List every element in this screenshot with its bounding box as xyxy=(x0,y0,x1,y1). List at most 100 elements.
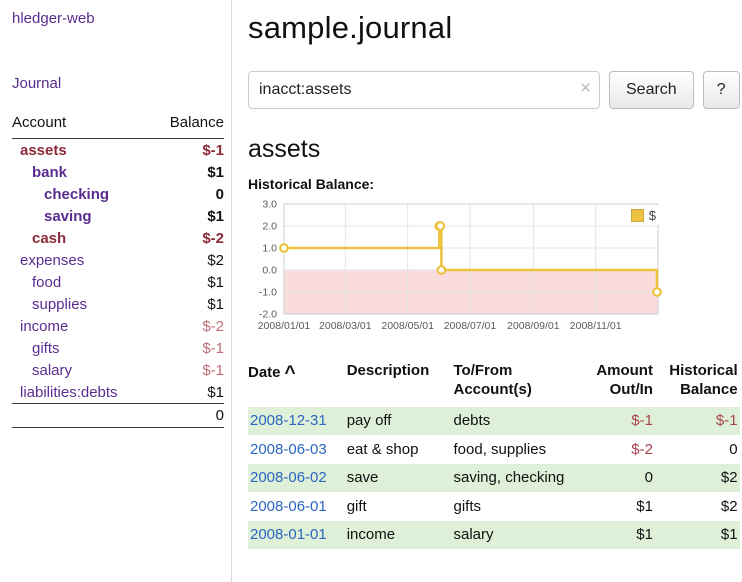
legend-series-label: $ xyxy=(649,208,656,223)
transaction-accounts: gifts xyxy=(454,492,583,521)
transaction-date-link[interactable]: 2008-06-03 xyxy=(250,441,327,458)
transaction-date-link[interactable]: 2008-06-01 xyxy=(250,498,327,515)
transaction-accounts: salary xyxy=(454,521,583,550)
account-balance-checking: 0 xyxy=(152,183,224,205)
sort-asc-icon: ^ xyxy=(285,363,296,384)
account-row: liabilities:debts $1 xyxy=(12,381,224,404)
account-row: salary $-1 xyxy=(12,359,224,381)
account-balance-assets: $-1 xyxy=(152,139,224,162)
svg-text:-1.0: -1.0 xyxy=(259,287,277,299)
hledger-web-app: hledger-web Journal Account Balance asse… xyxy=(0,0,742,582)
svg-text:2008/09/01: 2008/09/01 xyxy=(507,320,560,332)
transaction-date-link[interactable]: 2008-12-31 xyxy=(250,412,327,429)
help-button[interactable]: ? xyxy=(703,71,740,109)
search-bar: × Search ? xyxy=(248,71,740,109)
transaction-balance: $2 xyxy=(655,492,740,521)
account-row: checking 0 xyxy=(12,183,224,205)
account-link-income[interactable]: income xyxy=(20,318,68,335)
transaction-accounts: food, supplies xyxy=(454,435,583,464)
account-row: gifts $-1 xyxy=(12,337,224,359)
svg-text:2.0: 2.0 xyxy=(262,221,277,233)
account-balance-expenses: $2 xyxy=(152,249,224,271)
account-row: income $-2 xyxy=(12,315,224,337)
transaction-amount: $1 xyxy=(582,492,655,521)
transaction-accounts: debts xyxy=(454,407,583,436)
account-link-saving[interactable]: saving xyxy=(44,208,92,225)
account-row: supplies $1 xyxy=(12,293,224,315)
transaction-amount: 0 xyxy=(582,464,655,493)
sidebar: hledger-web Journal Account Balance asse… xyxy=(0,0,232,582)
account-row: bank $1 xyxy=(12,161,224,183)
transaction-balance: $2 xyxy=(655,464,740,493)
svg-text:2008/11/01: 2008/11/01 xyxy=(570,320,622,332)
section-title: assets xyxy=(248,135,740,164)
account-row: saving $1 xyxy=(12,205,224,227)
accounts-header-balance: Balance xyxy=(152,112,224,139)
transaction-amount: $-1 xyxy=(582,407,655,436)
col-header-description: Description xyxy=(347,360,454,407)
legend-series-swatch xyxy=(631,209,644,222)
transaction-date-link[interactable]: 2008-06-02 xyxy=(250,469,327,486)
account-balance-cash: $-2 xyxy=(152,227,224,249)
register-table: Date^ Description To/From Account(s) Amo… xyxy=(248,360,740,549)
accounts-header-account: Account xyxy=(12,112,152,139)
svg-text:2008/05/01: 2008/05/01 xyxy=(381,320,434,332)
account-link-checking[interactable]: checking xyxy=(44,186,109,203)
account-balance-saving: $1 xyxy=(152,205,224,227)
account-link-supplies[interactable]: supplies xyxy=(32,296,87,313)
account-row: expenses $2 xyxy=(12,249,224,271)
accounts-header-row: Account Balance xyxy=(12,112,224,139)
col-header-date[interactable]: Date^ xyxy=(248,360,347,407)
accounts-total: 0 xyxy=(152,404,224,428)
historical-balance-chart: 3.02.01.00.0-1.0-2.02008/01/012008/03/01… xyxy=(248,198,672,340)
transaction-description: gift xyxy=(347,492,454,521)
account-link-cash[interactable]: cash xyxy=(32,230,66,247)
register-row: 2008-06-01 gift gifts $1 $2 xyxy=(248,492,740,521)
chart-legend: $ xyxy=(625,206,662,225)
transaction-amount: $-2 xyxy=(582,435,655,464)
search-button[interactable]: Search xyxy=(609,71,694,109)
transaction-description: pay off xyxy=(347,407,454,436)
account-link-liabilities-debts[interactable]: liabilities:debts xyxy=(20,384,118,401)
account-link-assets[interactable]: assets xyxy=(20,142,67,159)
sidebar-item-journal[interactable]: Journal xyxy=(12,75,224,92)
clear-search-icon[interactable]: × xyxy=(580,78,591,101)
account-row: assets $-1 xyxy=(12,139,224,162)
transaction-description: income xyxy=(347,521,454,550)
account-link-expenses[interactable]: expenses xyxy=(20,252,84,269)
account-balance-supplies: $1 xyxy=(152,293,224,315)
register-row: 2008-06-03 eat & shop food, supplies $-2… xyxy=(248,435,740,464)
transaction-date-link[interactable]: 2008-01-01 xyxy=(250,526,327,543)
register-row: 2008-01-01 income salary $1 $1 xyxy=(248,521,740,550)
account-link-salary[interactable]: salary xyxy=(32,362,72,379)
search-box: × xyxy=(248,71,600,109)
register-row: 2008-12-31 pay off debts $-1 $-1 xyxy=(248,407,740,436)
transaction-amount: $1 xyxy=(582,521,655,550)
account-balance-income: $-2 xyxy=(152,315,224,337)
transaction-accounts: saving, checking xyxy=(454,464,583,493)
search-input[interactable] xyxy=(248,71,600,109)
register-header-row: Date^ Description To/From Account(s) Amo… xyxy=(248,360,740,407)
svg-text:3.0: 3.0 xyxy=(262,199,277,211)
accounts-total-row: 0 xyxy=(12,404,224,428)
account-balance-gifts: $-1 xyxy=(152,337,224,359)
register-row: 2008-06-02 save saving, checking 0 $2 xyxy=(248,464,740,493)
account-balance-bank: $1 xyxy=(152,161,224,183)
account-link-gifts[interactable]: gifts xyxy=(32,340,60,357)
account-balance-salary: $-1 xyxy=(152,359,224,381)
chart-label: Historical Balance: xyxy=(248,176,740,192)
col-header-accounts: To/From Account(s) xyxy=(454,360,583,407)
account-balance-food: $1 xyxy=(152,271,224,293)
account-row: cash $-2 xyxy=(12,227,224,249)
col-header-date-label: Date xyxy=(248,364,281,381)
account-link-bank[interactable]: bank xyxy=(32,164,67,181)
main-content: sample.journal × Search ? assets Histori… xyxy=(232,0,742,582)
svg-text:-2.0: -2.0 xyxy=(259,309,277,321)
account-balance-liabilities-debts: $1 xyxy=(152,381,224,404)
svg-text:2008/03/01: 2008/03/01 xyxy=(319,320,372,332)
account-row: food $1 xyxy=(12,271,224,293)
app-title-link[interactable]: hledger-web xyxy=(12,10,224,27)
page-title: sample.journal xyxy=(248,10,740,46)
account-link-food[interactable]: food xyxy=(32,274,61,291)
svg-text:0.0: 0.0 xyxy=(262,265,277,277)
